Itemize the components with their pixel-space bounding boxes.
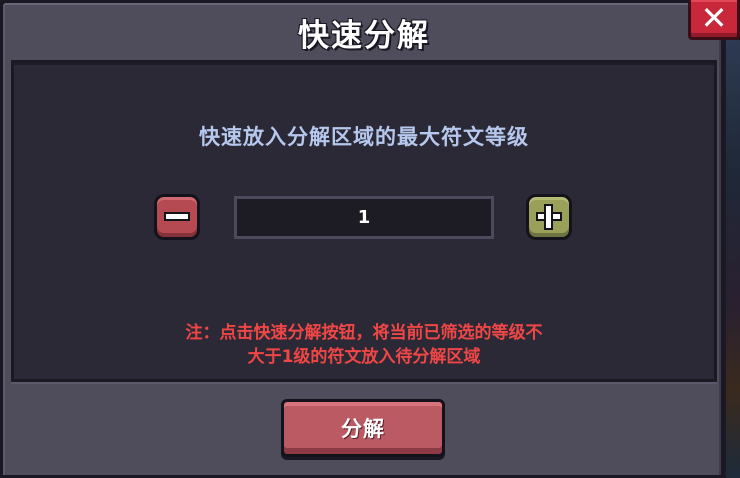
- close-icon: ✕: [700, 0, 728, 37]
- note-line-1: 注：点击快速分解按钮，将当前已筛选的等级不: [185, 323, 543, 343]
- increase-level-button[interactable]: [526, 194, 572, 240]
- decrease-level-button[interactable]: [154, 194, 200, 240]
- level-value-field[interactable]: 1: [234, 196, 494, 239]
- note-line-2: 大于1级的符文放入待分解区域: [247, 347, 481, 367]
- minus-icon: [164, 204, 190, 230]
- decompose-button[interactable]: 分解: [281, 399, 445, 457]
- max-level-prompt: 快速放入分解区域的最大符文等级: [199, 125, 529, 149]
- decompose-note: 注：点击快速分解按钮，将当前已筛选的等级不 大于1级的符文放入待分解区域: [0, 321, 728, 369]
- decompose-button-label: 分解: [341, 417, 385, 441]
- level-value: 1: [357, 207, 371, 228]
- dialog-title: 快速分解: [298, 18, 430, 54]
- plus-icon: [536, 204, 562, 230]
- background-scene-edge: [726, 40, 740, 478]
- close-button[interactable]: ✕: [688, 0, 740, 40]
